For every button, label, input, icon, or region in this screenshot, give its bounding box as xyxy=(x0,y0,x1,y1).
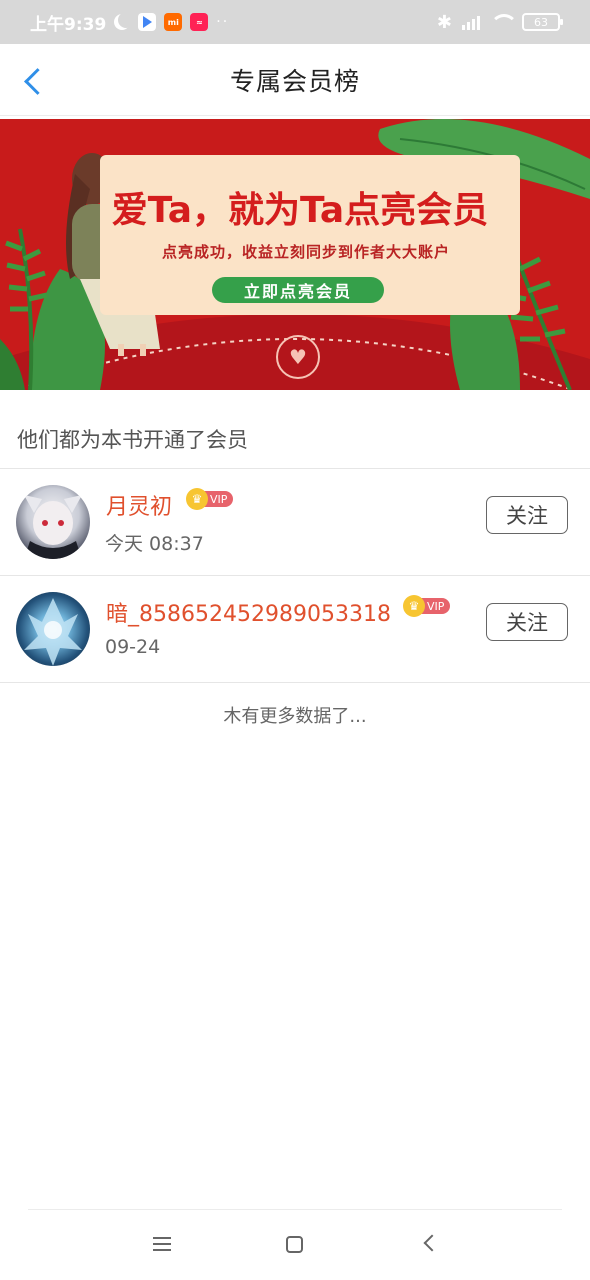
member-row[interactable]: 月灵初 ♛ VIP 今天 08:37 关注 xyxy=(0,469,590,575)
member-row[interactable]: 暗_858652452989053318 ♛ VIP 09-24 关注 xyxy=(0,576,590,682)
follow-button[interactable]: 关注 xyxy=(486,603,568,641)
back-nav-icon[interactable] xyxy=(423,1234,441,1252)
member-name[interactable]: 暗_858652452989053318 xyxy=(106,596,391,628)
moon-icon xyxy=(118,12,134,28)
status-time: 上午9:39 xyxy=(30,14,107,35)
play-store-icon xyxy=(138,13,157,31)
banner-headline: 爱Ta，就为Ta点亮会员 xyxy=(111,190,489,231)
member-time: 今天 08:37 xyxy=(105,533,204,555)
battery-level: 63 xyxy=(534,15,548,29)
wifi-icon xyxy=(490,14,518,30)
member-time: 09-24 xyxy=(105,636,161,658)
avatar-image xyxy=(24,598,82,666)
back-button[interactable] xyxy=(22,70,44,92)
status-right: ✱ 63 xyxy=(436,11,563,33)
banner-subline: 点亮成功，收益立刻同步到作者大大账户 xyxy=(161,243,450,261)
status-bar: 上午9:39 mi ≈ ·· ✱ 63 xyxy=(0,0,590,44)
crown-icon: ♛ xyxy=(186,488,208,510)
page-title: 专属会员榜 xyxy=(229,66,360,96)
weibo-app-icon: ≈ xyxy=(190,13,209,31)
more-notifications-icon: ·· xyxy=(216,14,230,30)
bluetooth-icon: ✱ xyxy=(436,11,452,33)
mi-app-icon: mi xyxy=(164,13,183,31)
status-left: 上午9:39 mi ≈ ·· xyxy=(30,10,229,35)
divider xyxy=(0,682,590,683)
member-name[interactable]: 月灵初 xyxy=(106,489,172,521)
light-up-member-button[interactable]: 立即点亮会员 xyxy=(212,277,384,303)
signal-icon xyxy=(462,14,480,30)
home-icon[interactable] xyxy=(286,1236,303,1253)
nav-divider xyxy=(28,1209,562,1210)
section-label: 他们都为本书开通了会员 xyxy=(17,428,248,452)
battery-icon: 63 xyxy=(522,13,563,31)
promo-banner[interactable]: 爱Ta，就为Ta点亮会员 点亮成功，收益立刻同步到作者大大账户 立即点亮会员 ♥ xyxy=(0,119,590,390)
follow-button[interactable]: 关注 xyxy=(486,496,568,534)
avatar[interactable] xyxy=(16,592,90,666)
avatar[interactable] xyxy=(16,485,90,559)
vip-badge: ♛ VIP xyxy=(186,488,234,510)
vip-badge: ♛ VIP xyxy=(403,595,451,617)
no-more-data-text: 木有更多数据了... xyxy=(223,706,367,727)
header: 专属会员榜 xyxy=(0,44,590,116)
avatar-image xyxy=(24,495,82,559)
menu-icon[interactable] xyxy=(153,1237,171,1251)
heart-seal-icon: ♥ xyxy=(276,335,320,379)
crown-icon: ♛ xyxy=(403,595,425,617)
